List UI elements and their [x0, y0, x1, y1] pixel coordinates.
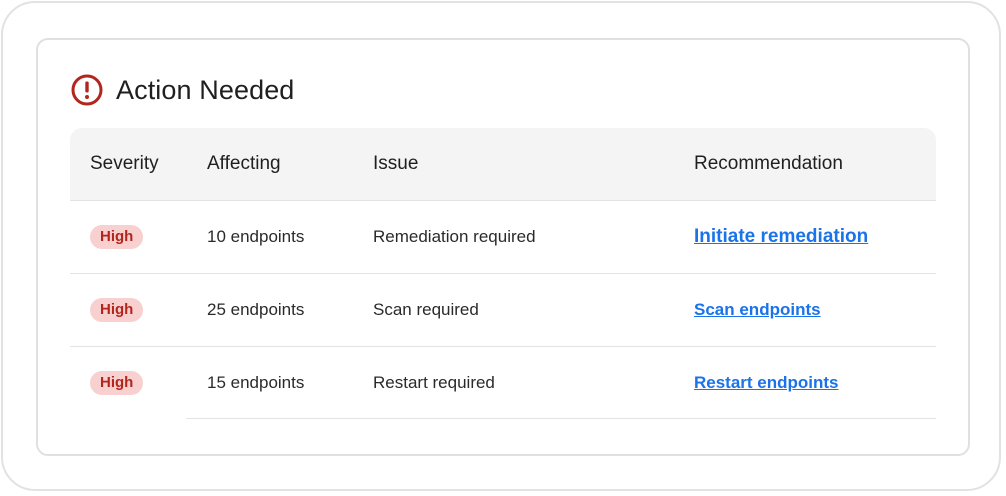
- issue-cell: Remediation required: [373, 227, 536, 246]
- affecting-cell: 25 endpoints: [207, 300, 305, 319]
- severity-badge: High: [90, 225, 144, 249]
- page-title: Action Needed: [116, 74, 295, 105]
- column-header-severity: Severity: [90, 153, 159, 174]
- issue-cell: Restart required: [373, 373, 495, 392]
- table-header: Severity Affecting Issue Recommendation: [70, 128, 936, 201]
- table-row: High 10 endpoints Remediation required I…: [70, 201, 936, 274]
- initiate-remediation-link[interactable]: Initiate remediation: [694, 226, 868, 247]
- issue-cell: Scan required: [373, 300, 479, 319]
- column-header-recommendation: Recommendation: [694, 153, 843, 174]
- affecting-cell: 15 endpoints: [207, 373, 305, 392]
- row-divider: [186, 418, 936, 419]
- scan-endpoints-link[interactable]: Scan endpoints: [694, 300, 821, 319]
- column-header-issue: Issue: [373, 153, 419, 174]
- severity-badge: High: [90, 371, 144, 395]
- severity-badge: High: [90, 298, 144, 322]
- restart-endpoints-link[interactable]: Restart endpoints: [694, 373, 839, 392]
- table-row: High 15 endpoints Restart required Resta…: [70, 347, 936, 419]
- alert-circle-icon: [71, 74, 103, 106]
- column-header-affecting: Affecting: [207, 153, 281, 174]
- table-row: High 25 endpoints Scan required Scan end…: [70, 274, 936, 347]
- affecting-cell: 10 endpoints: [207, 227, 305, 246]
- issues-table: Severity Affecting Issue Recommendation …: [70, 128, 936, 419]
- card-header: Action Needed: [70, 72, 294, 108]
